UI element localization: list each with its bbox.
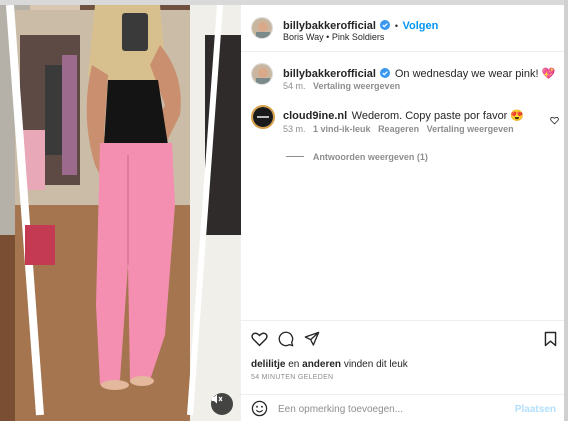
likes-summary: delilitje en anderen vinden dit leuk bbox=[251, 359, 408, 370]
comment-text: Wederom. Copy paste por favor 😍 bbox=[351, 110, 525, 122]
reply-button[interactable]: Reageren bbox=[378, 124, 419, 134]
view-replies-toggle[interactable]: Antwoorden weergeven (1) bbox=[286, 147, 428, 165]
heart-icon[interactable] bbox=[251, 331, 268, 352]
smiley-icon[interactable] bbox=[251, 400, 268, 421]
post-comment-button[interactable]: Plaatsen bbox=[515, 404, 556, 415]
add-comment-bar: Een opmerking toevoegen... Plaatsen bbox=[241, 394, 564, 421]
author-avatar[interactable] bbox=[251, 17, 273, 39]
likes-suffix: vinden dit leuk bbox=[343, 359, 408, 370]
likes-user[interactable]: delilitje bbox=[251, 359, 285, 370]
comment-time[interactable]: 53 m. bbox=[283, 124, 306, 134]
heart-icon[interactable] bbox=[550, 112, 559, 130]
post-media-video[interactable] bbox=[0, 5, 241, 421]
post-details-panel: billybakkerofficial • Volgen Boris Way •… bbox=[241, 5, 564, 421]
speaker-muted-icon bbox=[212, 394, 223, 404]
comment-input[interactable]: Een opmerking toevoegen... bbox=[278, 404, 403, 415]
caption-username[interactable]: billybakkerofficial bbox=[283, 68, 376, 80]
author-username[interactable]: billybakkerofficial bbox=[283, 20, 376, 32]
caption-translate-link[interactable]: Vertaling weergeven bbox=[313, 81, 400, 91]
post-header: billybakkerofficial • Volgen Boris Way •… bbox=[241, 5, 564, 52]
comment-translate-link[interactable]: Vertaling weergeven bbox=[427, 124, 514, 134]
mute-button[interactable] bbox=[211, 393, 233, 415]
post-location[interactable]: Boris Way • Pink Soldiers bbox=[283, 32, 384, 42]
bookmark-icon[interactable] bbox=[544, 331, 557, 352]
likes-and: en bbox=[288, 359, 300, 370]
caption-time[interactable]: 54 m. bbox=[283, 81, 306, 91]
post-timestamp[interactable]: 54 MINUTEN GELEDEN bbox=[251, 374, 333, 381]
paper-plane-icon[interactable] bbox=[304, 331, 320, 352]
caption-avatar[interactable] bbox=[251, 63, 273, 85]
view-replies-label: Antwoorden weergeven (1) bbox=[312, 152, 428, 162]
comment-likes-count[interactable]: 1 vind-ik-leuk bbox=[313, 124, 371, 134]
window-right-edge bbox=[564, 0, 568, 421]
comment-bubble-icon[interactable] bbox=[278, 331, 294, 352]
likes-others-link[interactable]: anderen bbox=[302, 359, 341, 370]
commenter-avatar[interactable] bbox=[251, 105, 275, 129]
follow-button[interactable]: Volgen bbox=[402, 20, 438, 32]
replies-line bbox=[286, 156, 304, 157]
commenter-username[interactable]: cloud9ine.nl bbox=[283, 110, 347, 122]
post-actions: delilitje en anderen vinden dit leuk 54 … bbox=[241, 320, 564, 421]
mirror-selfie-image bbox=[0, 5, 241, 421]
caption-text: On wednesday we wear pink! 💖 bbox=[394, 68, 556, 80]
header-separator: • bbox=[394, 21, 398, 31]
